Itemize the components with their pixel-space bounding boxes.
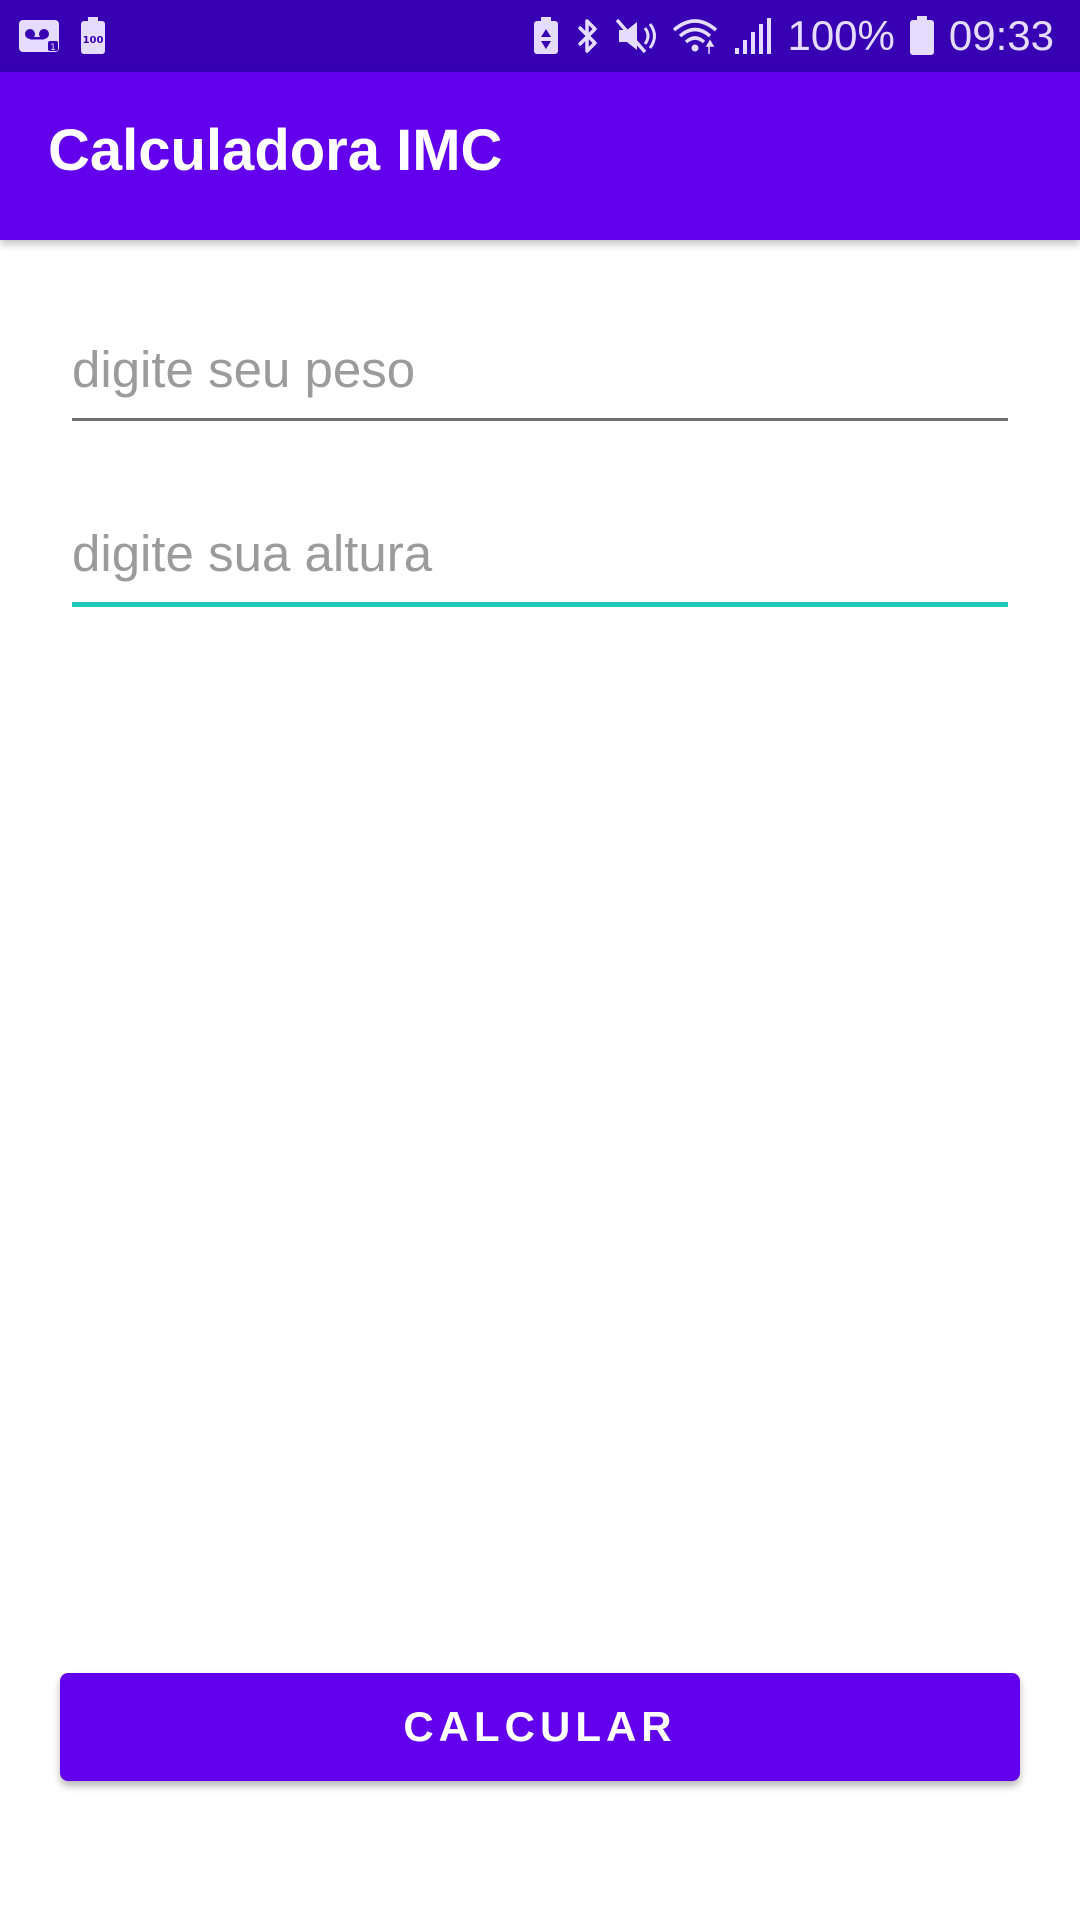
battery-saver-icon — [533, 17, 559, 55]
height-field[interactable] — [72, 518, 1008, 607]
height-input-underline — [72, 602, 1008, 607]
wifi-icon — [671, 16, 719, 56]
bluetooth-icon — [573, 16, 601, 56]
battery-percent: 100% — [787, 12, 895, 59]
status-right-icons: 100% 09:33 — [533, 0, 1054, 72]
weight-input-underline — [72, 418, 1008, 421]
weight-input[interactable] — [72, 334, 1008, 404]
status-bar: 1 100 100% 09:33 — [0, 0, 1080, 72]
mute-icon — [615, 16, 657, 56]
voicemail-icon: 1 — [18, 19, 60, 53]
app-bar: Calculadora IMC — [0, 72, 1080, 240]
app-title: Calculadora IMC — [48, 118, 503, 183]
signal-icon — [733, 16, 773, 56]
height-input[interactable] — [72, 518, 1008, 588]
status-left-icons: 1 100 — [18, 0, 106, 72]
svg-text:1: 1 — [50, 43, 56, 53]
calculate-button[interactable]: CALCULAR — [60, 1673, 1020, 1781]
battery-100-icon: 100 — [80, 17, 106, 55]
clock: 09:33 — [948, 12, 1054, 59]
small-battery-label: 100 — [83, 35, 104, 46]
battery-icon — [909, 16, 935, 56]
weight-field[interactable] — [72, 334, 1008, 421]
